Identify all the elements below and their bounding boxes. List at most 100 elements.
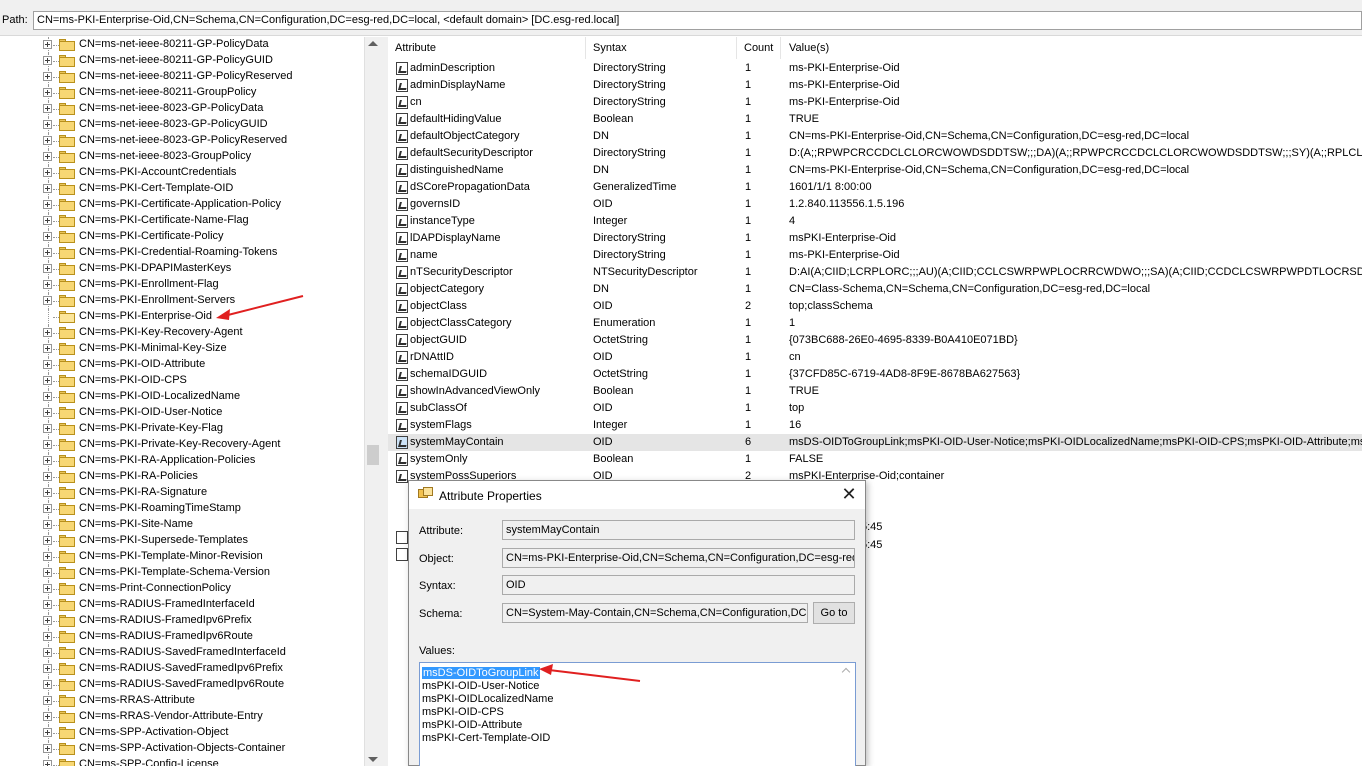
expand-icon[interactable] (43, 216, 52, 225)
attribute-row[interactable]: governsID OID 1 1.2.840.113556.1.5.196 (388, 196, 1362, 213)
attribute-row[interactable]: schemaIDGUID OctetString 1 {37CFD85C-6719-4… (388, 366, 1362, 383)
values-listbox[interactable]: msDS-OIDToGroupLink msPKI-OID-User-Notic… (419, 662, 856, 766)
values-scrollbar[interactable] (839, 663, 855, 766)
tree-item[interactable]: CN=ms-PKI-Cert-Template-OID (0, 181, 364, 197)
tree-item[interactable]: CN=ms-RADIUS-SavedFramedInterfaceId (0, 645, 364, 661)
tree-item[interactable]: CN=ms-PKI-Key-Recovery-Agent (0, 325, 364, 341)
tree-item[interactable]: CN=ms-PKI-Template-Schema-Version (0, 565, 364, 581)
expand-icon[interactable] (43, 136, 52, 145)
expand-icon[interactable] (43, 680, 52, 689)
attribute-row[interactable]: subClassOf OID 1 top (388, 400, 1362, 417)
value-item[interactable]: msPKI-OIDLocalizedName (422, 693, 553, 705)
column-header-values[interactable]: Value(s) (781, 37, 1362, 59)
scroll-down-icon[interactable] (368, 757, 378, 762)
expand-icon[interactable] (43, 552, 52, 561)
expand-icon[interactable] (43, 56, 52, 65)
expand-icon[interactable] (43, 600, 52, 609)
scroll-up-icon[interactable] (841, 667, 851, 677)
scroll-thumb[interactable] (367, 445, 379, 465)
attribute-row[interactable]: adminDescription DirectoryString 1 ms-PKI-E… (388, 60, 1362, 77)
tree-item[interactable]: CN=ms-net-ieee-80211-GP-PolicyData (0, 37, 364, 53)
tree-item[interactable]: CN=ms-PKI-Certificate-Policy (0, 229, 364, 245)
column-header-attribute[interactable]: Attribute (388, 37, 586, 59)
tree-item[interactable]: CN=ms-PKI-Enterprise-Oid (0, 309, 364, 325)
tree-item[interactable]: CN=ms-RRAS-Attribute (0, 693, 364, 709)
attribute-row[interactable]: systemFlags Integer 1 16 (388, 417, 1362, 434)
expand-icon[interactable] (43, 728, 52, 737)
expand-icon[interactable] (43, 184, 52, 193)
tree-item[interactable]: CN=ms-PKI-OID-User-Notice (0, 405, 364, 421)
expand-icon[interactable] (43, 344, 52, 353)
tree-item[interactable]: CN=ms-PKI-Enrollment-Servers (0, 293, 364, 309)
tree-item[interactable]: CN=ms-PKI-Certificate-Application-Policy (0, 197, 364, 213)
expand-icon[interactable] (43, 392, 52, 401)
value-item[interactable]: msDS-OIDToGroupLink (422, 667, 540, 679)
column-header-count[interactable]: Count (737, 37, 781, 59)
attribute-row[interactable]: defaultObjectCategory DN 1 CN=ms-PKI-Enterp… (388, 128, 1362, 145)
dialog-titlebar[interactable]: Attribute Properties ✕ (409, 481, 865, 509)
tree-item[interactable]: CN=ms-PKI-Private-Key-Recovery-Agent (0, 437, 364, 453)
tree-item[interactable]: CN=ms-PKI-Credential-Roaming-Tokens (0, 245, 364, 261)
tree-item[interactable]: CN=ms-net-ieee-8023-GP-PolicyReserved (0, 133, 364, 149)
expand-icon[interactable] (43, 760, 52, 766)
tree-item[interactable]: CN=ms-PKI-Enrollment-Flag (0, 277, 364, 293)
attribute-row[interactable]: showInAdvancedViewOnly Boolean 1 TRUE (388, 383, 1362, 400)
expand-icon[interactable] (43, 120, 52, 129)
value-item[interactable]: msPKI-Cert-Template-OID (422, 732, 550, 744)
expand-icon[interactable] (43, 152, 52, 161)
expand-icon[interactable] (43, 504, 52, 513)
value-item[interactable]: msPKI-OID-User-Notice (422, 680, 539, 692)
expand-icon[interactable] (43, 744, 52, 753)
attribute-row[interactable]: systemMayContain OID 6 msDS-OIDToGroupLink;… (388, 434, 1362, 451)
tree-item[interactable]: CN=ms-PKI-Template-Minor-Revision (0, 549, 364, 565)
go-to-button[interactable]: Go to (813, 602, 855, 624)
attribute-row[interactable]: systemOnly Boolean 1 FALSE (388, 451, 1362, 468)
attribute-row[interactable]: instanceType Integer 1 4 (388, 213, 1362, 230)
tree-item[interactable]: CN=ms-PKI-RoamingTimeStamp (0, 501, 364, 517)
tree-item[interactable]: CN=ms-PKI-OID-CPS (0, 373, 364, 389)
tree-item[interactable]: CN=ms-SPP-Config-License (0, 757, 364, 766)
schema-tree[interactable]: CN=ms-net-ieee-80211-GP-PolicyData CN=ms-… (0, 37, 380, 766)
expand-icon[interactable] (43, 520, 52, 529)
expand-icon[interactable] (43, 88, 52, 97)
expand-icon[interactable] (43, 424, 52, 433)
expand-icon[interactable] (43, 648, 52, 657)
close-button[interactable]: ✕ (835, 483, 863, 507)
tree-item[interactable]: CN=ms-RADIUS-FramedIpv6Route (0, 629, 364, 645)
attribute-row[interactable]: name DirectoryString 1 ms-PKI-Enterprise-Oi… (388, 247, 1362, 264)
tree-item[interactable]: CN=ms-PKI-Site-Name (0, 517, 364, 533)
attribute-row[interactable]: adminDisplayName DirectoryString 1 ms-PKI-E… (388, 77, 1362, 94)
tree-item[interactable]: CN=ms-net-ieee-80211-GroupPolicy (0, 85, 364, 101)
object-field[interactable]: CN=ms-PKI-Enterprise-Oid,CN=Schema,CN=Co… (502, 548, 855, 568)
tree-item[interactable]: CN=ms-PKI-Private-Key-Flag (0, 421, 364, 437)
attribute-row[interactable]: rDNAttID OID 1 cn (388, 349, 1362, 366)
tree-item[interactable]: CN=ms-net-ieee-8023-GP-PolicyData (0, 101, 364, 117)
attribute-row[interactable]: cn DirectoryString 1 ms-PKI-Enterprise-Oid (388, 94, 1362, 111)
attribute-row[interactable]: objectClass OID 2 top;classSchema (388, 298, 1362, 315)
expand-icon[interactable] (43, 248, 52, 257)
tree-item[interactable]: CN=ms-PKI-RA-Application-Policies (0, 453, 364, 469)
tree-item[interactable]: CN=ms-PKI-DPAPIMasterKeys (0, 261, 364, 277)
expand-icon[interactable] (43, 472, 52, 481)
tree-item[interactable]: CN=ms-SPP-Activation-Objects-Container (0, 741, 364, 757)
tree-item[interactable]: CN=ms-PKI-Supersede-Templates (0, 533, 364, 549)
column-header-syntax[interactable]: Syntax (586, 37, 737, 59)
scroll-up-icon[interactable] (368, 41, 378, 46)
tree-item[interactable]: CN=ms-RADIUS-SavedFramedIpv6Prefix (0, 661, 364, 677)
expand-icon[interactable] (43, 296, 52, 305)
expand-icon[interactable] (43, 328, 52, 337)
tree-item[interactable]: CN=ms-SPP-Activation-Object (0, 725, 364, 741)
expand-icon[interactable] (43, 376, 52, 385)
tree-item[interactable]: CN=ms-net-ieee-80211-GP-PolicyGUID (0, 53, 364, 69)
attribute-row[interactable]: objectGUID OctetString 1 {073BC688-26E0-469… (388, 332, 1362, 349)
attribute-field[interactable]: systemMayContain (502, 520, 855, 540)
expand-icon[interactable] (43, 456, 52, 465)
expand-icon[interactable] (43, 40, 52, 49)
attribute-row[interactable]: lDAPDisplayName DirectoryString 1 msPKI-Ent… (388, 230, 1362, 247)
attribute-row[interactable]: objectCategory DN 1 CN=Class-Schema,CN=Sche… (388, 281, 1362, 298)
expand-icon[interactable] (43, 232, 52, 241)
tree-item[interactable]: CN=ms-PKI-OID-Attribute (0, 357, 364, 373)
schema-field[interactable]: CN=System-May-Contain,CN=Schema,CN=Confi… (502, 603, 808, 623)
expand-icon[interactable] (43, 264, 52, 273)
expand-icon[interactable] (43, 584, 52, 593)
